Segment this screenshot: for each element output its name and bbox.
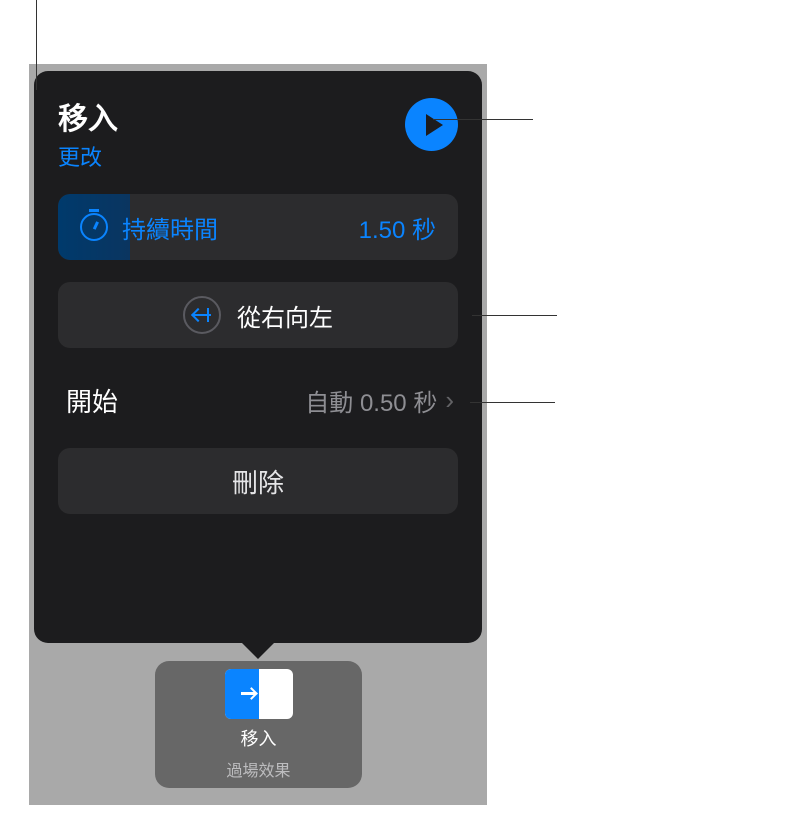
timer-icon <box>80 213 108 241</box>
duration-value: 1.50 秒 <box>359 210 436 245</box>
direction-button[interactable]: 從右向左 <box>58 282 458 348</box>
start-value: 自動 0.50 秒 <box>305 383 437 418</box>
callout-line <box>470 402 555 403</box>
change-effect-link[interactable]: 更改 <box>58 140 118 172</box>
callout-line <box>472 315 557 316</box>
popover-title: 移入 <box>58 94 118 138</box>
preview-play-button[interactable] <box>405 98 458 151</box>
transition-settings-popover: 移入 更改 持續時間 1.50 秒 從右向左 開始 自動 0.50 秒 › 刪除 <box>34 71 482 643</box>
chip-subtitle: 過場效果 <box>226 757 290 781</box>
callout-line <box>36 0 37 90</box>
direction-label: 從右向左 <box>237 298 333 333</box>
duration-label: 持續時間 <box>122 210 218 245</box>
chip-title: 移入 <box>241 725 277 751</box>
transition-thumbnail <box>225 669 293 719</box>
direction-arrow-icon <box>183 296 221 334</box>
transition-chip[interactable]: 移入 過場效果 <box>155 661 362 788</box>
title-block: 移入 更改 <box>58 94 118 172</box>
delete-label: 刪除 <box>232 463 284 500</box>
start-value-group: 自動 0.50 秒 › <box>305 383 454 418</box>
play-icon <box>426 114 443 136</box>
popover-arrow <box>238 639 278 659</box>
delete-button[interactable]: 刪除 <box>58 448 458 514</box>
start-transition-row[interactable]: 開始 自動 0.50 秒 › <box>58 374 458 426</box>
start-label: 開始 <box>66 382 118 419</box>
duration-left: 持續時間 <box>80 210 218 245</box>
callout-line <box>433 119 533 120</box>
arrow-right-icon <box>241 692 255 695</box>
move-in-icon <box>225 669 259 719</box>
chevron-right-icon: › <box>445 385 454 416</box>
duration-slider[interactable]: 持續時間 1.50 秒 <box>58 194 458 260</box>
popover-header: 移入 更改 <box>34 71 482 172</box>
